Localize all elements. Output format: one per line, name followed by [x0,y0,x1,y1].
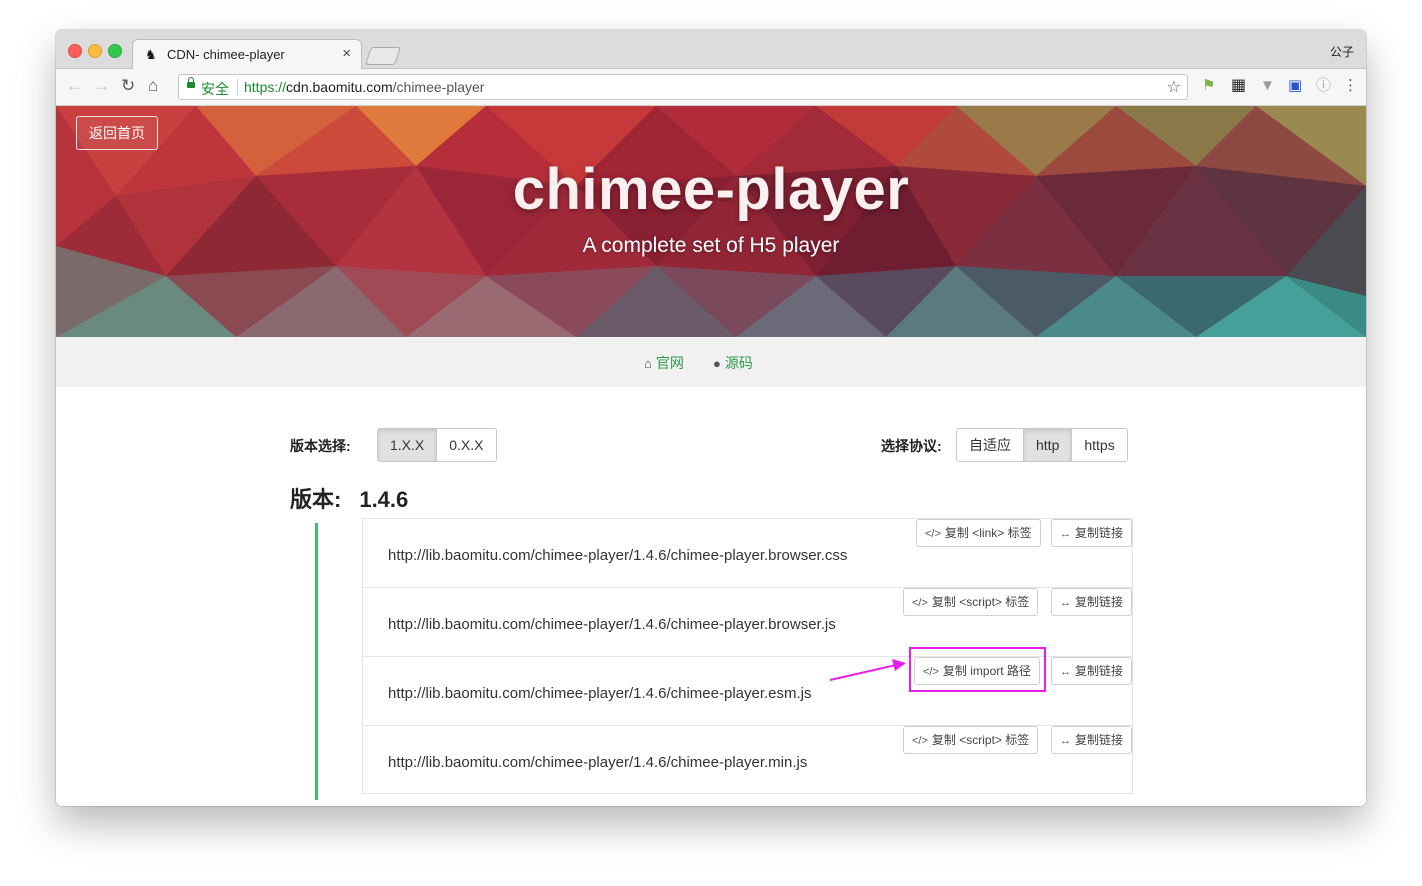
copy-url-label: 复制链接 [1075,733,1124,747]
lock-icon [187,77,195,88]
browser-window: ♞ CDN- chimee-player × 公子 ← → ↻ ⌂ 安全 htt… [56,30,1366,806]
link-icon: ↔ [1060,528,1071,540]
page-title: chimee-player [512,157,910,222]
copy-url-label: 复制链接 [1075,664,1124,678]
profile-name[interactable]: 公子 [1330,43,1354,60]
version-number: 1.4.6 [359,487,409,512]
copy-tag-label: 复制 <link> 标签 [944,526,1032,540]
file-row: http://lib.baomitu.com/chimee-player/1.4… [363,519,1133,588]
zoom-window-button[interactable] [108,44,122,58]
vue-devtools-extension-icon[interactable]: ▼ [1260,78,1275,94]
home-icon: ⌂ [644,356,652,371]
protocol-select-label: 选择协议: [881,438,942,454]
tab-title: CDN- chimee-player [167,47,285,62]
browser-tab-active[interactable]: ♞ CDN- chimee-player × [132,39,362,69]
bookmark-star-icon[interactable]: ☆ [1167,77,1181,97]
copy-url-label: 复制链接 [1075,526,1124,540]
file-url[interactable]: http://lib.baomitu.com/chimee-player/1.4… [388,685,812,702]
version-option-0xx[interactable]: 0.X.X [437,429,496,461]
page-content: 返回首页 chimee-player A complete set of H5 … [56,106,1366,806]
copy-tag-label: 复制 <script> 标签 [931,595,1030,609]
close-window-button[interactable] [68,44,82,58]
annotation-arrow-icon [829,659,906,681]
back-arrow-icon[interactable]: ← [66,77,83,95]
code-icon: </> [912,735,928,747]
file-row: http://lib.baomitu.com/chimee-player/1.4… [363,726,1133,795]
copy-url-button[interactable]: ↔ 复制链接 [1051,588,1133,616]
official-site-link[interactable]: ⌂ 官网 [644,353,684,373]
official-site-label: 官网 [655,355,684,371]
copy-url-button[interactable]: ↔ 复制链接 [1051,657,1133,685]
copy-tag-label: 复制 <script> 标签 [931,733,1030,747]
tab-close-icon[interactable]: × [342,45,351,62]
android-extension-icon[interactable]: ⚑ [1202,78,1215,94]
reload-icon[interactable]: ↻ [121,77,135,95]
url-path: /chimee-player [392,79,485,95]
source-code-link[interactable]: ● 源码 [713,353,753,373]
qr-code-extension-icon[interactable]: ▦ [1231,78,1246,94]
deer-favicon-icon: ♞ [145,47,157,62]
code-icon: </> [925,528,941,540]
translate-extension-icon[interactable]: ▣ [1288,78,1302,94]
copy-script-tag-button[interactable]: </> 复制 <script> 标签 [903,726,1039,754]
github-icon: ● [713,356,721,371]
page-subtitle: A complete set of H5 player [582,234,840,257]
link-icon: ↔ [1060,666,1071,678]
menu-kebab-icon[interactable]: ⋮ [1343,78,1358,94]
code-icon: </> [912,597,928,609]
file-url[interactable]: http://lib.baomitu.com/chimee-player/1.4… [388,547,847,564]
source-code-label: 源码 [724,355,753,371]
secure-label: 安全 [201,81,229,97]
copy-url-label: 复制链接 [1075,595,1124,609]
file-url[interactable]: http://lib.baomitu.com/chimee-player/1.4… [388,754,807,771]
copy-url-button[interactable]: ↔ 复制链接 [1051,519,1133,547]
address-separator [237,79,238,95]
protocol-option-http[interactable]: http [1024,429,1073,461]
forward-arrow-icon[interactable]: → [93,77,110,95]
project-links-bar: ⌂ 官网 ● 源码 [56,337,1366,387]
annotation-highlight-box [909,647,1046,692]
version-heading: 版本: 1.4.6 [290,482,408,514]
address-bar[interactable]: 安全 https://cdn.baomitu.com/chimee-player… [178,74,1188,100]
link-icon: ↔ [1060,735,1071,747]
file-url[interactable]: http://lib.baomitu.com/chimee-player/1.4… [388,616,836,633]
version-label: 版本: [290,487,342,512]
url-text[interactable]: https://cdn.baomitu.com/chimee-player [244,79,484,95]
hero-banner: 返回首页 chimee-player A complete set of H5 … [56,106,1366,337]
home-icon[interactable]: ⌂ [148,77,158,95]
protocol-option-https[interactable]: https [1072,429,1127,461]
link-icon: ↔ [1060,597,1071,609]
back-home-button[interactable]: 返回首页 [76,116,158,150]
timeline-bar [315,523,318,800]
url-host: cdn.baomitu.com [286,79,393,95]
version-option-1xx[interactable]: 1.X.X [378,429,438,461]
browser-toolbar: ← → ↻ ⌂ 安全 https://cdn.baomitu.com/chime… [56,69,1366,106]
version-select-group: 1.X.X 0.X.X [377,428,497,462]
copy-script-tag-button[interactable]: </> 复制 <script> 标签 [903,588,1039,616]
protocol-select-group: 自适应 http https [956,428,1128,462]
version-select-label: 版本选择: [290,438,351,454]
url-scheme: https:// [244,79,287,95]
copy-link-tag-button[interactable]: </> 复制 <link> 标签 [916,519,1041,547]
minimize-window-button[interactable] [88,44,102,58]
new-tab-button[interactable] [365,47,401,65]
copy-url-button[interactable]: ↔ 复制链接 [1051,726,1133,754]
tab-strip: ♞ CDN- chimee-player × 公子 [56,30,1366,69]
info-extension-icon[interactable]: ⓘ [1316,78,1331,94]
protocol-option-auto[interactable]: 自适应 [957,429,1024,461]
